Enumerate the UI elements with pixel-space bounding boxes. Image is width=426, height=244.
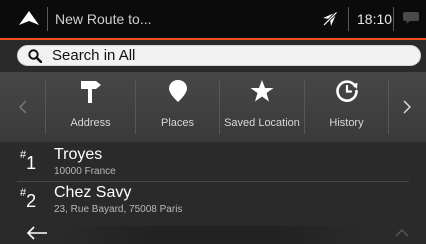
result-address: 23, Rue Bayard, 75008 Paris bbox=[54, 204, 183, 215]
list-item[interactable]: #1 Troyes 10000 France bbox=[0, 145, 426, 181]
navigation-arrow-icon[interactable] bbox=[18, 10, 40, 26]
list-item[interactable]: #2 Chez Savy 23, Rue Bayard, 75008 Paris bbox=[0, 183, 426, 219]
category-panel: Address Places Saved Location History bbox=[0, 72, 426, 142]
place-pin-icon bbox=[168, 80, 187, 102]
search-input[interactable]: Search in All bbox=[17, 45, 421, 66]
search-icon bbox=[28, 49, 42, 63]
category-label: History bbox=[329, 117, 364, 129]
top-bar: New Route to... 18:10 bbox=[0, 0, 426, 38]
gps-off-icon[interactable] bbox=[322, 11, 338, 27]
message-bubble-icon[interactable] bbox=[402, 11, 420, 25]
back-arrow-icon[interactable] bbox=[26, 226, 48, 240]
page-title: New Route to... bbox=[55, 11, 152, 27]
chevron-left-icon bbox=[18, 100, 26, 114]
category-address[interactable]: Address bbox=[46, 72, 135, 142]
result-name: Troyes bbox=[54, 146, 103, 163]
result-address: 10000 France bbox=[54, 166, 116, 177]
category-label: Places bbox=[160, 117, 195, 129]
address-signpost-icon bbox=[80, 81, 101, 103]
history-clock-icon bbox=[335, 80, 358, 102]
accent-line bbox=[0, 38, 426, 40]
chevron-right-icon bbox=[403, 100, 411, 114]
category-label: Saved Location bbox=[224, 117, 300, 129]
header-divider bbox=[348, 7, 349, 31]
category-places[interactable]: Places bbox=[136, 72, 219, 142]
bottom-bar bbox=[0, 222, 426, 244]
scroll-up-icon[interactable] bbox=[395, 229, 409, 237]
category-label: Address bbox=[70, 117, 111, 129]
scroll-right-button[interactable] bbox=[388, 72, 426, 142]
clock-time: 18:10 bbox=[357, 11, 393, 27]
star-icon bbox=[250, 80, 274, 102]
search-label: Search in All bbox=[52, 47, 136, 64]
result-rank: #1 bbox=[20, 149, 37, 173]
category-history[interactable]: History bbox=[305, 72, 388, 142]
result-name: Chez Savy bbox=[54, 184, 132, 201]
category-saved-location[interactable]: Saved Location bbox=[220, 72, 304, 142]
row-divider bbox=[17, 181, 409, 182]
header-divider bbox=[47, 7, 48, 31]
header-divider bbox=[393, 7, 394, 31]
scroll-left-button[interactable] bbox=[0, 72, 45, 142]
result-rank: #2 bbox=[20, 187, 37, 211]
